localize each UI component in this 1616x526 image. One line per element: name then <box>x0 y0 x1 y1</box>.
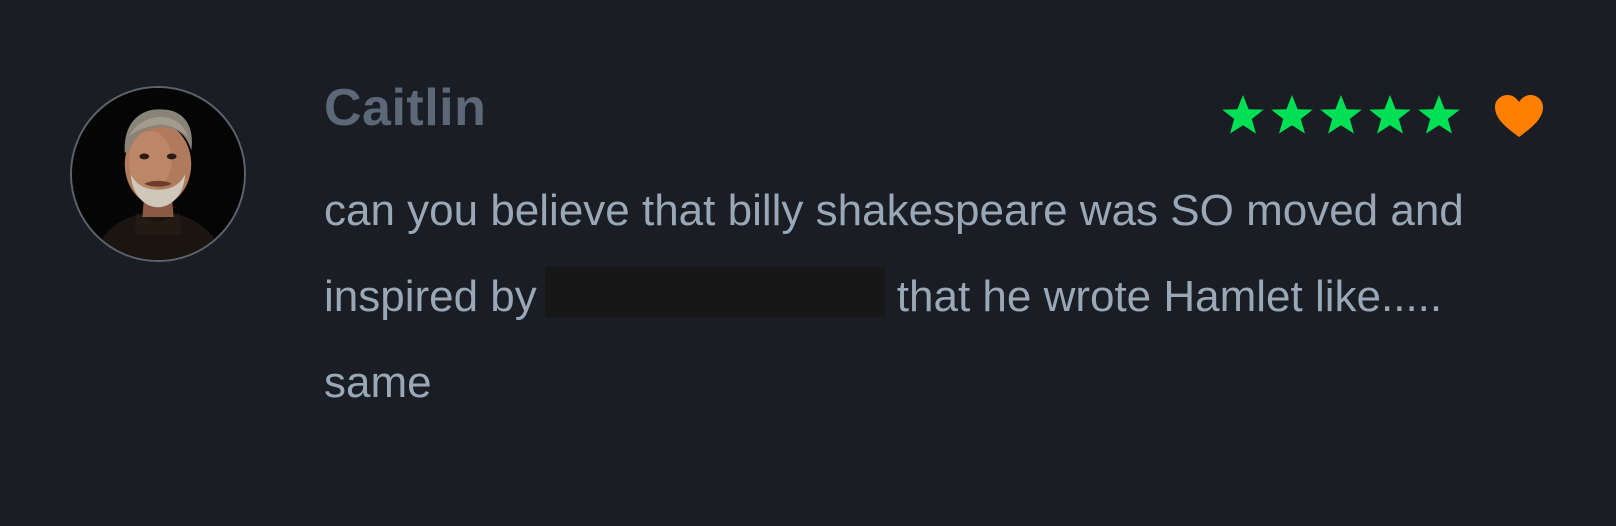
avatar[interactable] <box>70 86 246 262</box>
review-author[interactable]: Caitlin <box>324 78 486 138</box>
redaction-block <box>544 267 885 317</box>
star-icon <box>1320 95 1362 134</box>
heart-icon[interactable] <box>1494 94 1544 138</box>
star-icon <box>1369 95 1411 134</box>
review-body: can you believe that billy shakespeare w… <box>324 168 1474 426</box>
star-icon <box>1222 95 1264 134</box>
star-rating <box>1220 92 1465 138</box>
star-icon <box>1271 95 1313 134</box>
review-card: Caitlin can you believe that billy shake… <box>0 0 1616 526</box>
avatar-photo <box>72 88 244 260</box>
star-icon <box>1418 95 1460 134</box>
